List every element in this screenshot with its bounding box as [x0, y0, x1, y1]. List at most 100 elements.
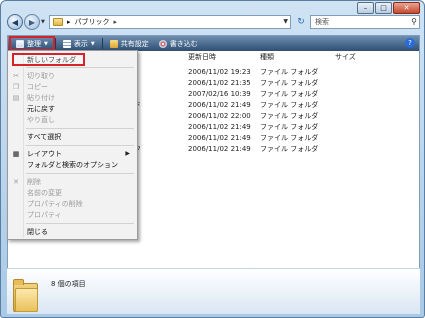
menu-divider: [26, 145, 134, 146]
menu-item-layout[interactable]: ▦ レイアウト ▶: [8, 148, 137, 159]
menu-item-cut[interactable]: ✂ 切り取り: [8, 70, 137, 81]
table-row[interactable]: 2006/11/02 19:23 ファイル フォルダ: [90, 66, 419, 77]
column-header-type[interactable]: 種類: [260, 52, 335, 63]
file-type: ファイル フォルダ: [260, 111, 319, 120]
address-dropdown-icon[interactable]: ▼: [283, 18, 288, 25]
menu-item-copy[interactable]: ❐ コピー: [8, 81, 137, 92]
copy-icon: ❐: [12, 83, 20, 91]
help-button[interactable]: ?: [405, 38, 415, 48]
burn-label: 書き込む: [169, 39, 198, 48]
forward-button[interactable]: ▶: [24, 14, 40, 30]
toolbar-divider: [101, 38, 103, 49]
search-input[interactable]: 検索 ⚲: [310, 15, 420, 29]
file-type: ファイル フォルダ: [260, 89, 319, 98]
recent-pages-dropdown[interactable]: ▼: [41, 19, 45, 25]
organize-menu: 新しいフォルダ ✂ 切り取り ❐ コピー ▤ 貼り付け 元に戻す やり直し すべ…: [7, 50, 138, 240]
file-date: 2006/11/02 21:49: [188, 144, 251, 153]
file-type: ファイル フォルダ: [260, 133, 319, 142]
delete-x-icon: ✕: [13, 178, 19, 186]
menu-item-select-all[interactable]: すべて選択: [8, 131, 137, 142]
file-date: 2006/11/02 21:35: [188, 78, 251, 87]
toolbar-divider: [54, 38, 56, 49]
details-pane: 8 個の項目: [7, 268, 420, 314]
views-button[interactable]: 表示 ▼: [58, 37, 100, 50]
address-row: ◀ ▶ ▼ ▸ パブリック ▸ ▼ ↻ 検索 ⚲: [5, 13, 420, 31]
file-list: 2006/11/02 19:23ファイル フォルダ V2006/11/02 21…: [90, 66, 419, 154]
menu-item-delete[interactable]: ✕ 削除: [8, 176, 137, 187]
menu-item-label: プロパティ: [27, 210, 62, 219]
menu-divider: [26, 173, 134, 174]
paste-icon: ▤: [12, 94, 20, 102]
breadcrumb-public[interactable]: パブリック: [75, 17, 110, 27]
file-date: 2007/02/16 10:39: [188, 89, 251, 98]
file-date: 2006/11/02 21:49: [188, 122, 251, 131]
column-headers: 更新日時 種類 サイズ: [90, 52, 419, 63]
column-header-date[interactable]: 更新日時: [188, 52, 260, 63]
menu-item-label: 元に戻す: [27, 104, 55, 113]
command-bar: 整理 ▼ 表示 ▼ 共有設定 書き込む ?: [8, 36, 419, 51]
forward-arrow-icon: ▶: [28, 17, 36, 27]
table-row[interactable]: デスクトップ2007/02/16 10:39ファイル フォルダ: [90, 88, 419, 99]
menu-item-label: 名前の変更: [27, 188, 62, 197]
menu-item-label: すべて選択: [27, 132, 62, 141]
menu-divider: [26, 67, 134, 68]
explorer-window: – □ ✕ ◀ ▶ ▼ ▸ パブリック ▸ ▼ ↻ 検索 ⚲ 整理 ▼ 表示 ▼…: [0, 0, 425, 318]
menu-item-properties[interactable]: プロパティ: [8, 209, 137, 220]
item-count: 8 個の項目: [51, 280, 86, 288]
menu-item-label: 切り取り: [27, 71, 55, 80]
file-date: 2006/11/02 22:00: [188, 111, 251, 120]
back-arrow-icon: ◀: [11, 17, 19, 27]
table-row[interactable]: のダウンロード2006/11/02 21:49ファイル フォルダ: [90, 99, 419, 110]
menu-item-label: レイアウト: [27, 149, 62, 158]
burn-button[interactable]: 書き込む: [154, 37, 203, 50]
views-label: 表示: [73, 39, 88, 48]
menu-item-label: プロパティの削除: [27, 199, 83, 208]
menu-item-label: フォルダと検索のオプション: [27, 160, 118, 169]
share-button[interactable]: 共有設定: [105, 37, 154, 50]
menu-item-redo[interactable]: やり直し: [8, 114, 137, 125]
new-folder-highlight-box: [12, 53, 85, 66]
layout-icon: ▦: [12, 150, 20, 158]
menu-item-close[interactable]: 閉じる: [8, 226, 137, 237]
table-row[interactable]: のミュージック2006/11/02 21:49ファイル フォルダ: [90, 143, 419, 154]
folder-icon: [53, 18, 63, 26]
share-folder-icon: [109, 39, 118, 48]
file-date: 2006/11/02 21:49: [188, 133, 251, 142]
file-type: ファイル フォルダ: [260, 78, 319, 87]
menu-item-label: 削除: [27, 177, 41, 186]
organize-highlight-box: [9, 36, 55, 51]
refresh-button[interactable]: ↻: [294, 15, 308, 29]
menu-item-label: 貼り付け: [27, 93, 55, 102]
table-row[interactable]: V2006/11/02 21:35ファイル フォルダ: [90, 77, 419, 88]
breadcrumb-separator: ▸: [113, 18, 118, 26]
address-bar[interactable]: ▸ パブリック ▸ ▼: [49, 15, 291, 29]
share-label: 共有設定: [120, 39, 149, 48]
menu-item-label: やり直し: [27, 115, 55, 124]
menu-item-paste[interactable]: ▤ 貼り付け: [8, 92, 137, 103]
menu-item-undo[interactable]: 元に戻す: [8, 103, 137, 114]
refresh-icon: ↻: [297, 17, 305, 27]
search-icon[interactable]: ⚲: [411, 17, 417, 26]
burn-disc-icon: [158, 39, 167, 48]
table-row[interactable]: のピクチャ2006/11/02 21:49ファイル フォルダ: [90, 121, 419, 132]
menu-item-folder-options[interactable]: フォルダと検索のオプション: [8, 159, 137, 170]
back-button[interactable]: ◀: [7, 14, 23, 30]
chevron-down-icon: ▼: [90, 40, 95, 47]
table-row[interactable]: ドキュメント2006/11/02 22:00ファイル フォルダ: [90, 110, 419, 121]
file-date: 2006/11/02 19:23: [188, 67, 251, 76]
menu-item-remove-properties[interactable]: プロパティの削除: [8, 198, 137, 209]
menu-item-label: コピー: [27, 82, 48, 91]
views-icon: [62, 39, 71, 48]
submenu-arrow-icon: ▶: [125, 150, 130, 157]
menu-item-rename[interactable]: 名前の変更: [8, 187, 137, 198]
scissors-icon: ✂: [13, 72, 19, 80]
file-type: ファイル フォルダ: [260, 144, 319, 153]
menu-item-label: 閉じる: [27, 227, 48, 236]
table-row[interactable]: ビデオ2006/11/02 21:49ファイル フォルダ: [90, 132, 419, 143]
column-header-size[interactable]: サイズ: [335, 52, 395, 63]
file-type: ファイル フォルダ: [260, 122, 319, 131]
file-date: 2006/11/02 21:49: [188, 100, 251, 109]
file-type: ファイル フォルダ: [260, 100, 319, 109]
folder-icon: [13, 278, 38, 312]
menu-divider: [26, 223, 134, 224]
